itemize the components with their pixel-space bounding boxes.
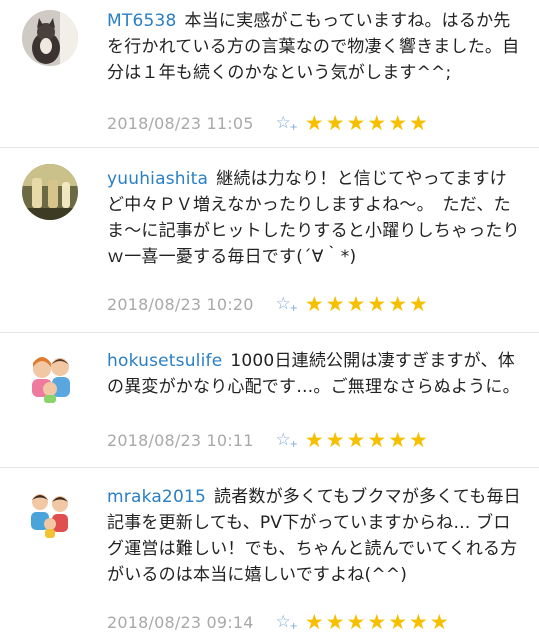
star-icon[interactable]: ★ (388, 112, 407, 134)
star-icon[interactable]: ★ (305, 112, 324, 134)
star-icon[interactable]: ★ (388, 611, 407, 633)
comment-username[interactable]: MT6538 (107, 11, 177, 31)
star-list: ★ ★ ★ ★ ★ ★ (305, 293, 428, 315)
add-star-icon[interactable]: ☆ + (276, 612, 298, 632)
avatar[interactable] (22, 486, 78, 542)
star-icon[interactable]: ★ (409, 293, 428, 315)
star-icon[interactable]: ★ (347, 611, 366, 633)
star-icon[interactable]: ★ (367, 293, 386, 315)
add-star-icon[interactable]: ☆ + (276, 113, 298, 133)
star-icon[interactable]: ★ (367, 429, 386, 451)
star-icon[interactable]: ★ (430, 611, 449, 633)
star-icon[interactable]: ★ (367, 611, 386, 633)
comment-body: MT6538 本当に実感がこもっていますね。はるか先を行かれている方の言葉なので物… (107, 8, 523, 86)
star-icon[interactable]: ★ (388, 429, 407, 451)
comment-timestamp[interactable]: 2018/08/23 10:20 (107, 295, 254, 314)
comment-username[interactable]: yuuhiashita (107, 169, 208, 189)
add-star-icon[interactable]: ☆ + (276, 430, 298, 450)
comment-body: yuuhiashita 継続は力なり！と信じてやってますけど中々ＰＶ増えなかったり… (107, 166, 523, 270)
add-star-icon[interactable]: ☆ + (276, 294, 298, 314)
comment-timestamp[interactable]: 2018/08/23 10:11 (107, 431, 254, 450)
comment-item: yuuhiashita 継続は力なり！と信じてやってますけど中々ＰＶ増えなかったり… (0, 148, 539, 333)
star-list: ★ ★ ★ ★ ★ ★ (305, 429, 428, 451)
comment-body: mraka2015 読者数が多くてもブクマが多くても毎日記事を更新しても、PV下が… (107, 484, 523, 588)
star-icon[interactable]: ★ (347, 429, 366, 451)
comment-body: hokusetsulife 1000日連続公開は凄すぎますが、体の異変がかなり心配… (107, 348, 523, 400)
star-icon[interactable]: ★ (409, 112, 428, 134)
comment-meta: 2018/08/23 11:05 ☆ + ★ ★ ★ ★ ★ ★ (107, 110, 428, 136)
star-icon[interactable]: ★ (347, 112, 366, 134)
comment-item: MT6538 本当に実感がこもっていますね。はるか先を行かれている方の言葉なので物… (0, 0, 539, 148)
star-icon[interactable]: ★ (305, 293, 324, 315)
comment-timestamp[interactable]: 2018/08/23 09:14 (107, 613, 254, 632)
avatar[interactable] (22, 349, 78, 405)
comment-username[interactable]: mraka2015 (107, 487, 206, 507)
comment-item: mraka2015 読者数が多くてもブクマが多くても毎日記事を更新しても、PV下が… (0, 468, 539, 640)
star-list: ★ ★ ★ ★ ★ ★ ★ (305, 611, 449, 633)
star-icon[interactable]: ★ (326, 429, 345, 451)
star-icon[interactable]: ★ (326, 112, 345, 134)
star-icon[interactable]: ★ (388, 293, 407, 315)
star-icon[interactable]: ★ (305, 429, 324, 451)
star-icon[interactable]: ★ (326, 293, 345, 315)
star-icon[interactable]: ★ (347, 293, 366, 315)
comment-meta: 2018/08/23 10:11 ☆ + ★ ★ ★ ★ ★ ★ (107, 427, 428, 453)
star-icon[interactable]: ★ (409, 429, 428, 451)
star-list: ★ ★ ★ ★ ★ ★ (305, 112, 428, 134)
star-icon[interactable]: ★ (326, 611, 345, 633)
avatar[interactable] (22, 164, 78, 220)
star-icon[interactable]: ★ (305, 611, 324, 633)
star-icon[interactable]: ★ (367, 112, 386, 134)
comment-item: hokusetsulife 1000日連続公開は凄すぎますが、体の異変がかなり心配… (0, 333, 539, 468)
comment-timestamp[interactable]: 2018/08/23 11:05 (107, 114, 254, 133)
comment-meta: 2018/08/23 09:14 ☆ + ★ ★ ★ ★ ★ ★ ★ (107, 609, 449, 635)
comment-meta: 2018/08/23 10:20 ☆ + ★ ★ ★ ★ ★ ★ (107, 291, 428, 317)
avatar[interactable] (22, 10, 78, 66)
comment-username[interactable]: hokusetsulife (107, 351, 222, 371)
star-icon[interactable]: ★ (409, 611, 428, 633)
comment-list: MT6538 本当に実感がこもっていますね。はるか先を行かれている方の言葉なので物… (0, 0, 539, 640)
